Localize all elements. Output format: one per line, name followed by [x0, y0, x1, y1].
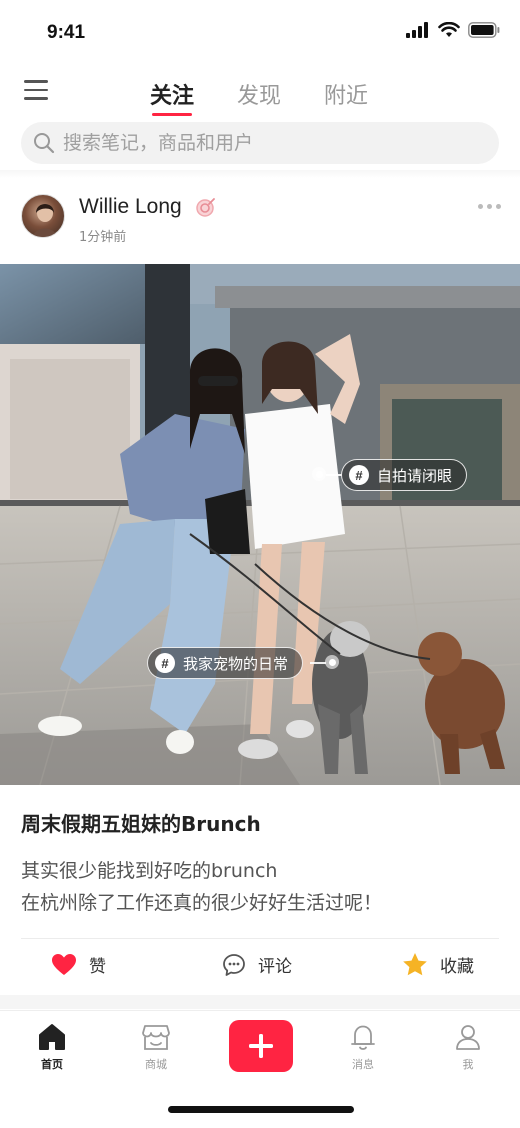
tab-shop[interactable]: 商城	[126, 1023, 186, 1072]
post-body-line: 其实很少能找到好吃的brunch	[21, 860, 278, 882]
post-body-line: 在杭州除了工作还真的很少好好生活过呢！	[21, 892, 383, 914]
post-body: 其实很少能找到好吃的brunch 在杭州除了工作还真的很少好好生活过呢！	[21, 855, 382, 919]
bell-icon	[351, 1025, 375, 1050]
divider	[21, 938, 499, 939]
star-icon	[403, 953, 427, 976]
wifi-icon	[438, 22, 460, 37]
user-icon	[456, 1025, 480, 1050]
tab-home[interactable]: 首页	[22, 1023, 82, 1072]
tag-anchor	[312, 467, 326, 481]
photo-image	[0, 264, 520, 785]
tab-label: 消息	[352, 1058, 374, 1071]
shop-icon	[142, 1025, 170, 1050]
tab-label: 首页	[41, 1058, 63, 1071]
tab-nearby[interactable]: 附近	[324, 78, 368, 114]
tag-label: 我家宠物的日常	[183, 654, 289, 673]
tab-me[interactable]: 我	[438, 1023, 498, 1072]
plus-icon	[249, 1034, 273, 1058]
top-nav: 关注 发现 附近	[0, 64, 520, 120]
tag-label: 自拍请闭眼	[377, 466, 453, 485]
tag-anchor	[325, 655, 339, 669]
post-actions: 赞 评论 收藏	[0, 948, 520, 988]
hashtag-icon: #	[349, 465, 369, 485]
battery-icon	[468, 22, 500, 38]
home-indicator[interactable]	[168, 1106, 354, 1113]
divider	[0, 995, 520, 1009]
tab-messages[interactable]: 消息	[333, 1023, 393, 1072]
photo-tag[interactable]: # 自拍请闭眼	[341, 459, 468, 491]
menu-icon[interactable]	[24, 80, 52, 104]
collect-label: 收藏	[440, 957, 474, 977]
tag-connector	[310, 662, 326, 664]
comment-label: 评论	[258, 957, 292, 977]
more-options-icon[interactable]	[478, 204, 501, 209]
status-bar: 9:41	[0, 0, 520, 64]
divider	[0, 170, 520, 178]
status-time: 9:41	[47, 22, 86, 43]
collect-button[interactable]: 收藏	[402, 952, 474, 977]
tab-following[interactable]: 关注	[150, 78, 194, 116]
signal-icon	[406, 22, 428, 38]
add-post-button[interactable]	[229, 1020, 293, 1072]
tab-label: 商城	[145, 1058, 167, 1071]
photo-tag[interactable]: # 我家宠物的日常	[147, 647, 304, 679]
feed-tabs: 关注 发现 附近	[150, 78, 368, 116]
status-icons	[406, 22, 500, 38]
tab-label: 我	[462, 1058, 474, 1071]
post-time: 1分钟前	[79, 230, 127, 245]
search-icon	[34, 133, 55, 154]
female-icon	[196, 198, 215, 217]
hashtag-icon: #	[155, 653, 175, 673]
search-input[interactable]	[63, 132, 463, 154]
tab-discover[interactable]: 发现	[237, 78, 281, 114]
username[interactable]: Willie Long	[79, 195, 182, 219]
post-title: 周末假期五姐妹的Brunch	[21, 812, 261, 836]
tag-connector	[326, 474, 342, 476]
comment-button[interactable]: 评论	[222, 952, 292, 977]
like-button[interactable]: 赞	[51, 952, 106, 977]
search-bar[interactable]	[21, 122, 499, 164]
post-photo[interactable]: # 自拍请闭眼 # 我家宠物的日常	[0, 264, 520, 785]
avatar[interactable]	[21, 194, 65, 238]
comment-icon	[223, 953, 245, 976]
home-icon	[39, 1024, 65, 1050]
heart-icon	[52, 953, 76, 975]
post-header: Willie Long 1分钟前	[0, 190, 520, 254]
like-label: 赞	[89, 957, 106, 977]
